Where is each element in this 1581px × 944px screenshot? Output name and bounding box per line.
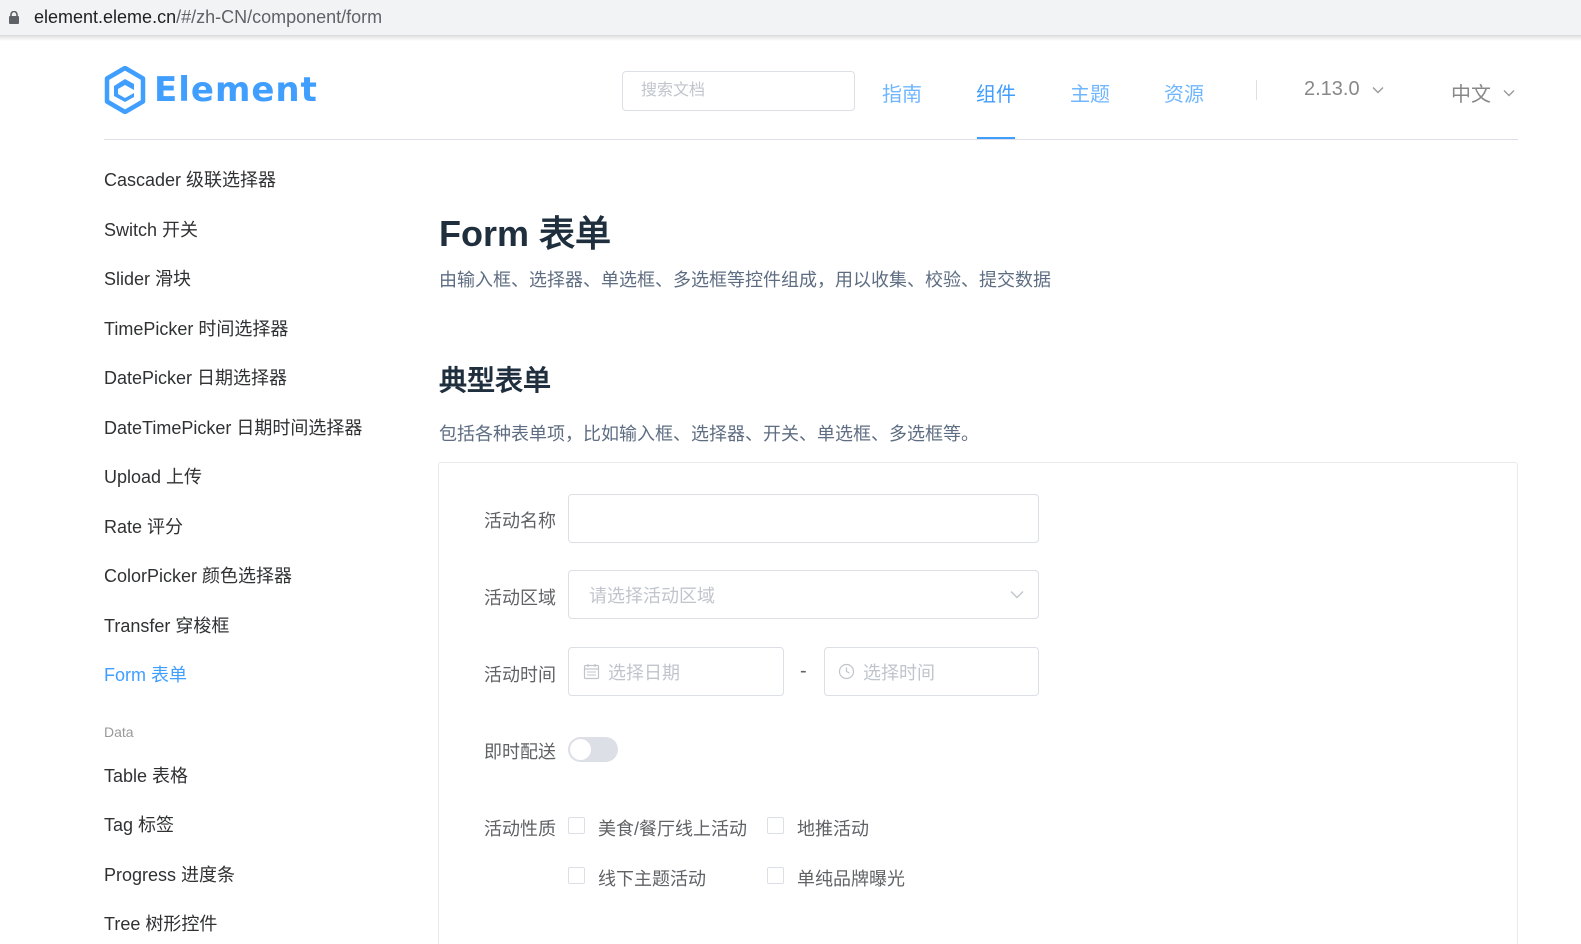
checkbox-brand-exposure[interactable] [767,867,784,884]
time-picker-input[interactable]: 选择时间 [824,647,1039,696]
date-picker-input[interactable]: 选择日期 [568,647,784,696]
element-logo[interactable]: Element [104,66,318,114]
search-input[interactable] [622,71,855,111]
chevron-down-icon [1503,89,1515,96]
sidebar-item-rate[interactable]: Rate 评分 [104,513,183,539]
sidebar-item-switch[interactable]: Switch 开关 [104,216,198,242]
checkbox-label-ground-promo[interactable]: 地推活动 [797,815,869,841]
language-label: 中文 [1451,84,1491,106]
nav-component[interactable]: 组件 [976,78,1016,107]
chevron-down-icon [1372,86,1384,93]
instant-delivery-label: 即时配送 [484,742,556,762]
lock-icon [9,11,19,24]
sidebar-item-timepicker[interactable]: TimePicker 时间选择器 [104,315,288,341]
activity-region-select[interactable]: 请选择活动区域 [568,570,1039,619]
sidebar-item-form[interactable]: Form 表单 [104,661,187,687]
time-placeholder: 选择时间 [863,662,935,683]
sidebar-item-table[interactable]: Table 表格 [104,762,188,788]
nav-guide[interactable]: 指南 [882,78,922,107]
checkbox-food-online[interactable] [568,817,585,834]
url-path: /#/zh-CN/component/form [176,7,383,27]
page-title: Form 表单 [439,213,612,254]
section-title: 典型表单 [439,365,552,396]
sidebar-item-cascader[interactable]: Cascader 级联选择器 [104,166,276,192]
browser-address-bar[interactable]: element.eleme.cn/#/zh-CN/component/form [0,0,1581,36]
sidebar-item-upload[interactable]: Upload 上传 [104,463,202,489]
language-dropdown[interactable]: 中文 [1451,78,1515,107]
instant-delivery-switch[interactable] [568,737,618,762]
url-host: element.eleme.cn [34,7,177,27]
checkbox-label-brand-exposure[interactable]: 单纯品牌曝光 [797,865,905,891]
checkbox-label-offline-theme[interactable]: 线下主题活动 [598,865,706,891]
sidebar-item-datepicker[interactable]: DatePicker 日期选择器 [104,364,287,390]
region-placeholder: 请选择活动区域 [589,585,715,606]
version-label: 2.13.0 [1304,78,1360,100]
sidebar-item-progress[interactable]: Progress 进度条 [104,861,235,887]
chevron-down-icon [1010,591,1024,599]
activity-region-label: 活动区域 [484,588,556,608]
time-range-separator: - [800,660,807,682]
sidebar-item-tree[interactable]: Tree 树形控件 [104,910,217,936]
activity-type-label: 活动性质 [484,819,556,839]
switch-knob [570,739,591,760]
nav-divider [1256,80,1257,100]
sidebar-item-tag[interactable]: Tag 标签 [104,811,174,837]
element-hexagon-icon [104,66,146,114]
activity-time-label: 活动时间 [484,665,556,685]
activity-name-label: 活动名称 [484,511,556,531]
checkbox-offline-theme[interactable] [568,867,585,884]
calendar-icon [583,664,600,680]
checkbox-label-food-online[interactable]: 美食/餐厅线上活动 [598,815,747,841]
clock-icon [838,663,855,680]
sidebar-group-data: Data [104,724,134,740]
activity-name-input[interactable] [568,494,1039,543]
sidebar-item-colorpicker[interactable]: ColorPicker 颜色选择器 [104,562,292,588]
sidebar-item-datetimepicker[interactable]: DateTimePicker 日期时间选择器 [104,414,362,440]
nav-resource[interactable]: 资源 [1164,78,1204,107]
date-placeholder: 选择日期 [608,662,680,683]
page-description: 由输入框、选择器、单选框、多选框等控件组成，用以收集、校验、提交数据 [439,270,1051,290]
checkbox-ground-promo[interactable] [767,817,784,834]
address-bar-shadow [0,36,1581,41]
section-description: 包括各种表单项，比如输入框、选择器、开关、单选框、多选框等。 [439,424,979,444]
sidebar-item-transfer[interactable]: Transfer 穿梭框 [104,612,229,638]
sidebar-item-slider[interactable]: Slider 滑块 [104,265,191,291]
header-divider [104,139,1518,140]
url-text[interactable]: element.eleme.cn/#/zh-CN/component/form [34,7,382,28]
nav-theme[interactable]: 主题 [1070,78,1110,107]
logo-text: Element [154,70,318,110]
version-dropdown[interactable]: 2.13.0 [1304,78,1384,101]
